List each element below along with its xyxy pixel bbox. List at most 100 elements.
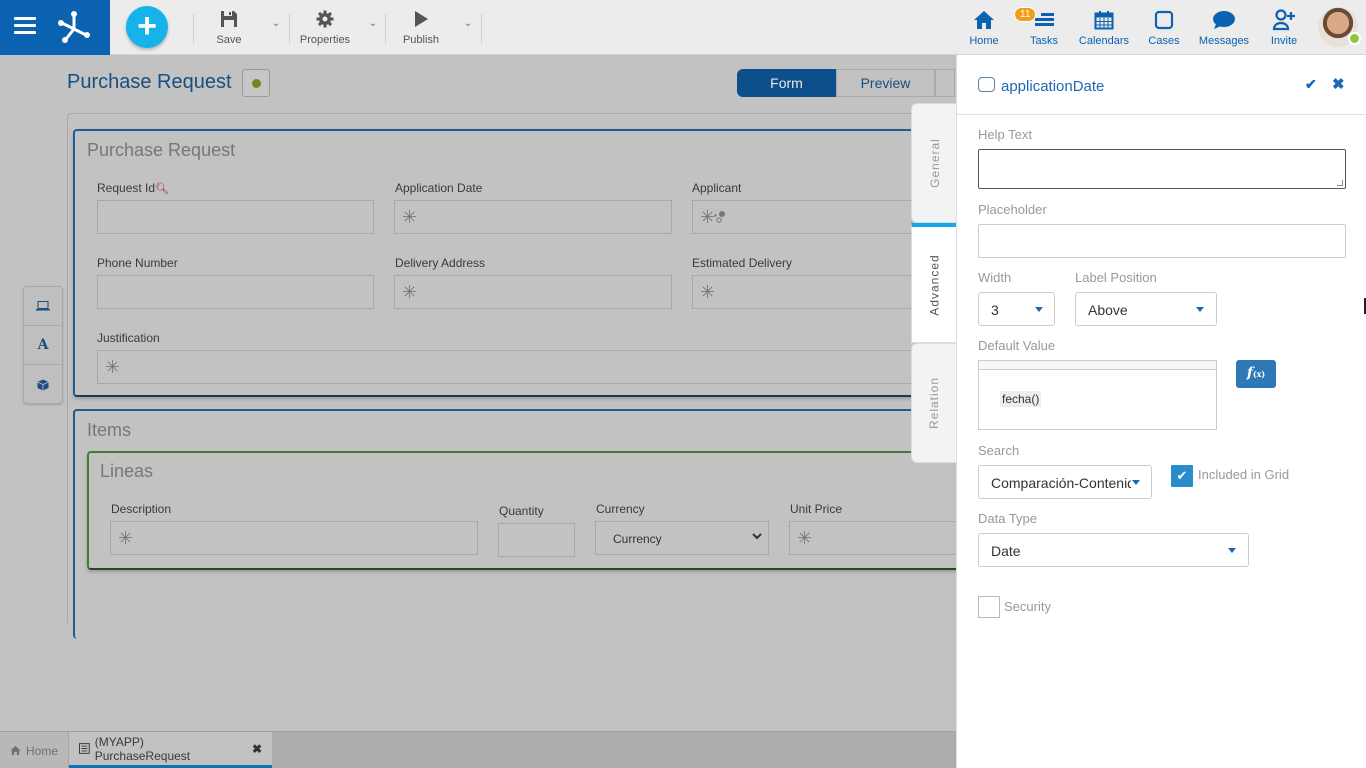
default-value-code: fecha()	[1000, 391, 1042, 407]
request-id-input[interactable]	[97, 200, 374, 234]
field-label-justification: Justification	[97, 331, 160, 345]
security-label: Security	[1004, 599, 1051, 614]
label-position-select[interactable]: Above	[1075, 292, 1217, 326]
text-font-icon[interactable]: A	[24, 326, 62, 365]
subsection-title: Lineas	[100, 461, 154, 481]
search-label: Search	[978, 443, 1020, 458]
search-select[interactable]: Comparación-Contenido	[978, 465, 1152, 499]
description-input[interactable]: ✳	[110, 521, 478, 555]
home-icon	[10, 745, 21, 756]
placeholder-input[interactable]	[978, 224, 1346, 258]
confirm-icon[interactable]: ✔	[1305, 76, 1317, 93]
panel-title: applicationDate	[1001, 78, 1105, 95]
currency-select[interactable]: Currency	[595, 521, 769, 555]
close-icon[interactable]: ✖	[1332, 75, 1345, 93]
top-toolbar: + Save ⌄ Properties ⌄ Publish ⌄ Home 11	[0, 0, 1366, 55]
nav-cases[interactable]: Cases	[1146, 8, 1182, 47]
bottom-tab-home-label: Home	[25, 743, 58, 758]
presence-status-icon	[1348, 32, 1361, 45]
nav-home[interactable]: Home	[966, 8, 1002, 47]
estimated-delivery-input[interactable]: ✳	[692, 275, 932, 309]
application-date-input[interactable]: ✳	[394, 200, 672, 234]
relation-icon	[714, 211, 725, 223]
form-document-icon	[79, 743, 90, 754]
publish-label: Publish	[402, 34, 440, 46]
save-button[interactable]: Save	[199, 8, 259, 48]
nav-calendars[interactable]: Calendars	[1077, 8, 1131, 47]
properties-label: Properties	[299, 34, 351, 46]
default-value-editor[interactable]: fecha()	[978, 360, 1217, 430]
data-type-select[interactable]: Date	[978, 533, 1249, 567]
included-in-grid-checkbox[interactable]: ✔	[1171, 465, 1193, 487]
required-icon: ✳	[105, 357, 121, 377]
calendar-icon	[1077, 8, 1131, 32]
width-select[interactable]: 3	[978, 292, 1055, 326]
help-text-textarea[interactable]	[978, 149, 1346, 189]
nav-tasks[interactable]: 11 Tasks	[1014, 7, 1062, 47]
width-label: Width	[978, 270, 1012, 285]
editor-toolbar	[979, 361, 1216, 370]
function-editor-button[interactable]: f(x)	[1236, 360, 1276, 388]
required-icon: ✳	[700, 282, 716, 302]
caret-down-icon	[1132, 480, 1140, 485]
security-checkbox[interactable]	[978, 596, 1000, 618]
label-position-value: Above	[1088, 302, 1128, 318]
nav-cases-label: Cases	[1148, 35, 1180, 47]
cases-icon	[1146, 8, 1182, 32]
tab-general-label: General	[927, 138, 942, 188]
tab-advanced-label: Advanced	[927, 253, 942, 316]
tab-advanced[interactable]: Advanced	[911, 223, 957, 343]
quantity-input[interactable]	[498, 523, 575, 557]
nav-calendars-label: Calendars	[1078, 35, 1130, 47]
field-label-request-id: Request Id🔍︎	[97, 181, 169, 195]
menu-icon[interactable]	[14, 17, 36, 35]
nav-messages[interactable]: Messages	[1196, 8, 1252, 47]
panel-header: applicationDate ✔ ✖	[957, 55, 1366, 115]
unit-price-input[interactable]: ✳	[789, 521, 959, 555]
close-tab-icon[interactable]: ✖	[252, 742, 262, 756]
view-tabs: Form Preview	[737, 69, 955, 97]
field-label-quantity: Quantity	[499, 504, 544, 518]
gear-icon	[295, 8, 355, 30]
bottom-tab-purchase-request[interactable]: (MYAPP) PurchaseRequest ✖	[69, 732, 272, 768]
toolbar-divider	[385, 14, 386, 44]
properties-button[interactable]: Properties	[295, 8, 355, 48]
tab-general[interactable]: General	[911, 103, 957, 223]
logo-icon[interactable]	[56, 9, 92, 45]
add-button[interactable]: +	[126, 6, 168, 48]
nav-messages-label: Messages	[1198, 35, 1250, 47]
fx-icon-sub: (x)	[1252, 369, 1266, 379]
save-dropdown-chevron-icon[interactable]: ⌄	[269, 18, 283, 32]
field-type-icon	[978, 77, 995, 92]
placeholder-label: Placeholder	[978, 202, 1047, 217]
required-icon: ✳	[700, 207, 716, 227]
resize-handle-icon[interactable]	[1337, 180, 1343, 186]
tab-more[interactable]	[935, 69, 955, 97]
status-dot-icon	[252, 79, 261, 88]
status-button[interactable]	[242, 69, 270, 97]
applicant-input[interactable]: ✳	[692, 200, 932, 234]
properties-dropdown-chevron-icon[interactable]: ⌄	[366, 18, 380, 32]
page-title: Purchase Request	[67, 71, 232, 93]
field-label-estimated-delivery: Estimated Delivery	[692, 256, 793, 270]
justification-input[interactable]: ✳	[97, 350, 932, 384]
laptop-icon[interactable]	[24, 287, 62, 326]
nav-invite[interactable]: Invite	[1266, 8, 1302, 47]
publish-dropdown-chevron-icon[interactable]: ⌄	[461, 18, 475, 32]
tab-preview[interactable]: Preview	[836, 69, 935, 97]
cube-icon[interactable]	[24, 365, 62, 404]
tab-form[interactable]: Form	[737, 69, 836, 97]
label-position-label: Label Position	[1075, 270, 1157, 285]
play-icon	[391, 8, 451, 30]
bottom-tab-home[interactable]: Home	[0, 732, 69, 768]
save-icon	[199, 8, 259, 30]
bottom-tab-bar: Home (MYAPP) PurchaseRequest ✖	[0, 731, 956, 768]
publish-button[interactable]: Publish	[391, 8, 451, 48]
tab-relation[interactable]: Relation	[911, 343, 957, 463]
caret-down-icon	[1196, 307, 1204, 312]
phone-number-input[interactable]	[97, 275, 374, 309]
chevron-down-icon	[752, 531, 762, 544]
default-value-label: Default Value	[978, 338, 1056, 353]
delivery-address-input[interactable]: ✳	[394, 275, 672, 309]
field-label-currency: Currency	[596, 502, 645, 516]
